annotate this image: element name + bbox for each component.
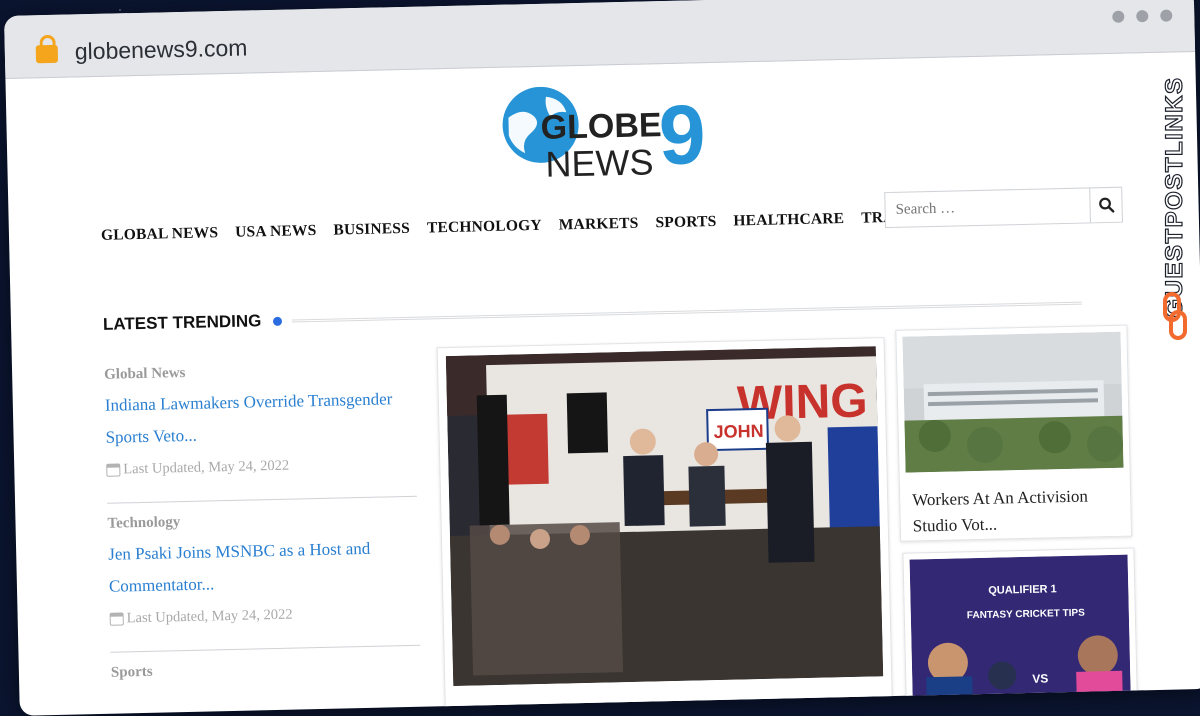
sidebar-card-image: QUALIFIER 1 FANTASY CRICKET TIPS VS	[909, 554, 1131, 706]
search-input[interactable]	[885, 188, 1090, 228]
search-box	[884, 186, 1123, 229]
window-dot-icon[interactable]	[1136, 10, 1149, 23]
window-dot-icon[interactable]	[1112, 10, 1125, 23]
main-nav: GLOBAL NEWS USA NEWS BUSINESS TECHNOLOGY…	[101, 208, 925, 245]
sidebar-card-caption[interactable]: Workers At An Activision Studio Vot...	[900, 479, 1131, 544]
article-title[interactable]: Jen Psaki Joins MSNBC as a Host and Comm…	[108, 532, 419, 603]
page-content: GLOBE 9 NEWS GLOBAL NEWS USA NEWS BUSINE…	[5, 52, 1200, 716]
nav-usa-news[interactable]: USA NEWS	[235, 222, 317, 242]
search-icon	[1098, 197, 1114, 213]
sidebar-card-image	[902, 331, 1124, 473]
site-logo[interactable]: GLOBE 9 NEWS	[494, 83, 726, 188]
article-updated: Last Updated, May 24, 2022	[126, 606, 293, 627]
nav-business[interactable]: BUSINESS	[333, 220, 410, 240]
logo-news-text: NEWS	[545, 141, 654, 184]
article-category[interactable]: Technology	[107, 509, 417, 533]
sidebar-card[interactable]: QUALIFIER 1 FANTASY CRICKET TIPS VS	[902, 547, 1139, 715]
versus-text: VS	[1032, 671, 1048, 685]
featured-article-card[interactable]: WING JOHN	[436, 337, 893, 711]
address-bar[interactable]: globenews9.com	[75, 34, 248, 65]
window-dot-icon[interactable]	[1160, 9, 1173, 22]
featured-image: WING JOHN	[445, 346, 884, 686]
list-item: Technology Jen Psaki Joins MSNBC as a Ho…	[107, 495, 421, 652]
qualifier-headline: QUALIFIER 1	[988, 583, 1057, 597]
nav-global-news[interactable]: GLOBAL NEWS	[101, 224, 219, 245]
link-icon	[1163, 292, 1187, 340]
list-item: Global News Indiana Lawmakers Override T…	[104, 360, 417, 503]
guestpostlinks-badge: GUESTPOSTLINKS	[1158, 60, 1192, 350]
sign-text: JOHN	[713, 421, 763, 442]
section-dot-icon	[273, 316, 283, 326]
article-category[interactable]: Global News	[104, 360, 414, 384]
lock-icon	[35, 44, 59, 64]
nav-sports[interactable]: SPORTS	[655, 213, 716, 232]
article-updated: Last Updated, May 24, 2022	[123, 457, 290, 478]
nav-technology[interactable]: TECHNOLOGY	[427, 217, 542, 238]
article-meta: Last Updated, May 24, 2022	[106, 455, 416, 479]
section-divider	[292, 301, 1083, 323]
list-item: Sports	[110, 644, 422, 712]
calendar-icon	[106, 463, 121, 477]
window-controls	[1112, 9, 1173, 23]
logo-nine-text: 9	[658, 87, 707, 182]
article-title[interactable]: Indiana Lawmakers Override Transgender S…	[105, 383, 416, 454]
trending-list: Global News Indiana Lawmakers Override T…	[104, 360, 422, 712]
calendar-icon	[109, 612, 124, 626]
article-meta: Last Updated, May 24, 2022	[109, 604, 420, 628]
nav-healthcare[interactable]: HEALTHCARE	[733, 210, 844, 231]
browser-window: globenews9.com GLOBE 9 NEWS GLOBAL NEWS …	[4, 0, 1200, 716]
nav-markets[interactable]: MARKETS	[559, 215, 639, 235]
search-button[interactable]	[1089, 187, 1122, 223]
sidebar-card[interactable]: Workers At An Activision Studio Vot...	[895, 324, 1133, 544]
section-title: LATEST TRENDING	[102, 311, 262, 334]
